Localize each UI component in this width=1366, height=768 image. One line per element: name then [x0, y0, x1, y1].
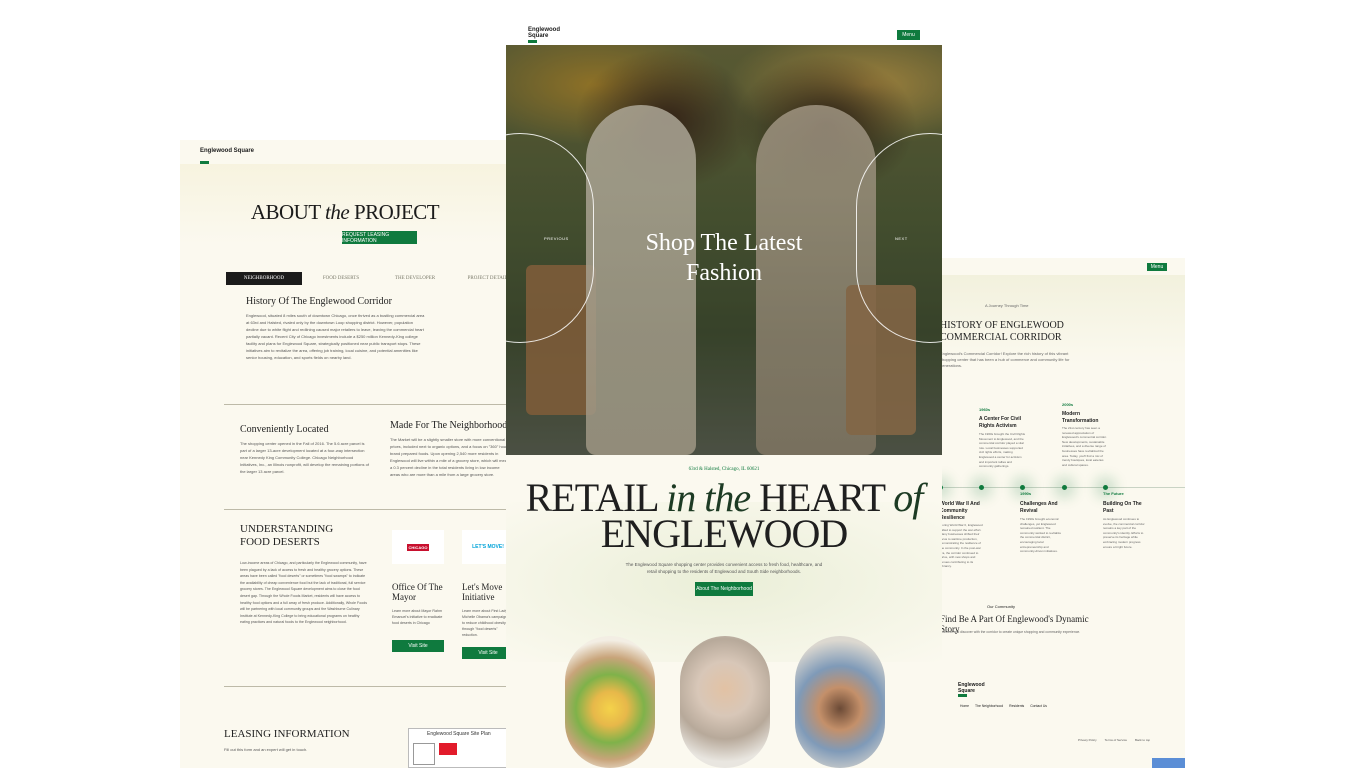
divider	[224, 509, 510, 510]
hero-title: Shop The Latest Fashion	[645, 230, 803, 286]
lets-move-card-title: Let's Move Initiative	[462, 582, 503, 602]
leasing-heading: LEASING INFORMATION	[224, 728, 350, 740]
milestone-title: Building On The Past	[1103, 501, 1142, 514]
address-eyebrow: 63rd & Halsted, Chicago, IL 60621	[688, 467, 760, 472]
history-heading: HISTORY OF ENGLEWOOD COMMERCIAL CORRIDOR	[940, 320, 1064, 343]
brand-logo[interactable]: Englewood Square	[200, 148, 254, 154]
lets-move-logo: LET'S MOVE!	[462, 530, 510, 564]
history-intro: Englewood's Commercial Corridor! Explore…	[940, 351, 1070, 368]
hero-image: PREVIOUS NEXT Shop The Latest Fashion	[506, 45, 942, 455]
intro-description: The Englewood Square shopping center pro…	[625, 562, 823, 574]
divider	[224, 686, 510, 687]
history-text: Englewood, situated 8 miles south of dow…	[246, 313, 425, 360]
food-deserts-text: Low-income areas of Chicago, and particu…	[240, 561, 367, 625]
next-label[interactable]: NEXT	[895, 236, 908, 241]
brand-logo[interactable]: Englewood Square	[528, 27, 564, 39]
timeline-line	[935, 487, 1185, 488]
about-neighborhood-button[interactable]: About The Neighborhood	[695, 582, 753, 596]
milestone-text: The 1990s brought economic challenges, y…	[1020, 517, 1062, 554]
footer-brand-mark	[958, 694, 967, 697]
footer-link-neighborhood[interactable]: The Neighborhood	[975, 704, 1003, 708]
privacy-link[interactable]: Privacy Policy	[1078, 738, 1097, 742]
chicago-logo: CHICAGO	[392, 530, 444, 564]
footer-nav: Home The Neighborhood Residents Contact …	[960, 704, 1047, 708]
tab-project-details[interactable]: PROJECT DETAILS	[454, 272, 510, 285]
previous-label[interactable]: PREVIOUS	[544, 236, 569, 241]
menu-button[interactable]: Menu	[897, 30, 920, 40]
site-header	[506, 22, 942, 45]
located-heading: Conveniently Located	[240, 424, 329, 435]
page-title: RETAIL in the HEART of ENGLEWOOD	[525, 475, 924, 556]
lets-move-card-text: Learn more about First Lady Michelle Oba…	[462, 609, 508, 637]
community-eyebrow: Our Community	[987, 604, 1016, 609]
request-leasing-button[interactable]: REQUEST LEASING INFORMATION	[342, 231, 417, 244]
footer-brand[interactable]: Englewood Square	[958, 682, 988, 694]
about-project-page: Englewood Square ABOUT the PROJECT REQUE…	[180, 140, 510, 768]
brand-mark	[528, 40, 537, 43]
mayor-card-text: Learn more about Mayor Rahm Emanuel's in…	[392, 609, 443, 625]
timeline-dot	[1103, 485, 1108, 490]
blue-scroll-tab	[1152, 758, 1185, 768]
site-plan-map: Englewood Square Site Plan	[408, 728, 508, 768]
menu-button[interactable]: Menu	[1147, 263, 1167, 271]
leasing-text: Fill out this form and an expert will ge…	[224, 747, 308, 752]
legal-links: Privacy Policy Terms of Service Back to …	[1078, 738, 1150, 742]
history-heading: History Of The Englewood Corridor	[246, 296, 392, 307]
milestone-title: Challenges And Revival	[1020, 501, 1058, 514]
milestone-text: The 21st century has seen a renewed appr…	[1062, 426, 1107, 467]
page-title: ABOUT the PROJECT	[250, 200, 440, 224]
store-marker	[439, 743, 457, 755]
tab-neighborhood[interactable]: NEIGHBORHOOD	[226, 272, 302, 285]
community-text: Connect and discover with the corridor t…	[940, 630, 1081, 634]
lets-move-visit-button[interactable]: Visit Site	[462, 647, 510, 659]
brand-mark	[200, 161, 209, 164]
located-text: The shopping center opened in the Fall o…	[240, 441, 369, 474]
milestone-title: Modern Transformation	[1062, 411, 1099, 424]
mayor-visit-button[interactable]: Visit Site	[392, 640, 444, 652]
timeline-dot	[979, 485, 984, 490]
milestone-text: As Englewood continues to evolve, the co…	[1103, 517, 1145, 549]
made-text: The Market will be a slightly smaller st…	[390, 437, 510, 477]
footer-link-contact[interactable]: Contact Us	[1030, 704, 1047, 708]
homepage: Englewood Square Menu PREVIOUS NEXT Shop…	[506, 22, 942, 768]
pharmacy-photo	[680, 636, 770, 768]
milestone-title: A Center For Civil Rights Activism	[979, 416, 1022, 429]
family-photo	[795, 636, 885, 768]
milestone-title: World War II And Community Resilience	[940, 501, 980, 521]
made-heading: Made For The Neighborhood	[390, 420, 508, 431]
site-plan-title: Englewood Square Site Plan	[427, 731, 491, 737]
tab-bar: NEIGHBORHOOD FOOD DESERTS THE DEVELOPER …	[226, 272, 510, 285]
tab-the-developer[interactable]: THE DEVELOPER	[380, 272, 450, 285]
timeline-dot	[1020, 485, 1025, 490]
tab-food-deserts[interactable]: FOOD DESERTS	[306, 272, 376, 285]
mayor-card-title: Office Of The Mayor	[392, 582, 443, 602]
parcel-outline	[413, 743, 435, 765]
history-page: Menu A Journey Through Time HISTORY OF E…	[935, 258, 1185, 768]
footer-link-home[interactable]: Home	[960, 704, 969, 708]
milestone-year: The Future	[1103, 491, 1124, 496]
divider	[224, 404, 510, 405]
milestone-text: The 1960s brought the Civil Rights Movem…	[979, 432, 1026, 469]
food-deserts-heading: UNDERSTANDING FOOD DESERTS	[240, 523, 334, 548]
footer-link-residents[interactable]: Residents	[1009, 704, 1024, 708]
milestone-year: 2000s	[1062, 402, 1074, 407]
milestone-text: During World War II, Englewood rallied t…	[940, 523, 983, 569]
grocery-photo	[565, 636, 655, 768]
terms-link[interactable]: Terms of Service	[1105, 738, 1127, 742]
history-eyebrow: A Journey Through Time	[985, 303, 1029, 308]
milestone-year: 1990s	[1020, 491, 1032, 496]
milestone-year: 1960s	[979, 407, 991, 412]
back-to-top-link[interactable]: Back to top	[1135, 738, 1150, 742]
timeline-dot	[1062, 485, 1067, 490]
